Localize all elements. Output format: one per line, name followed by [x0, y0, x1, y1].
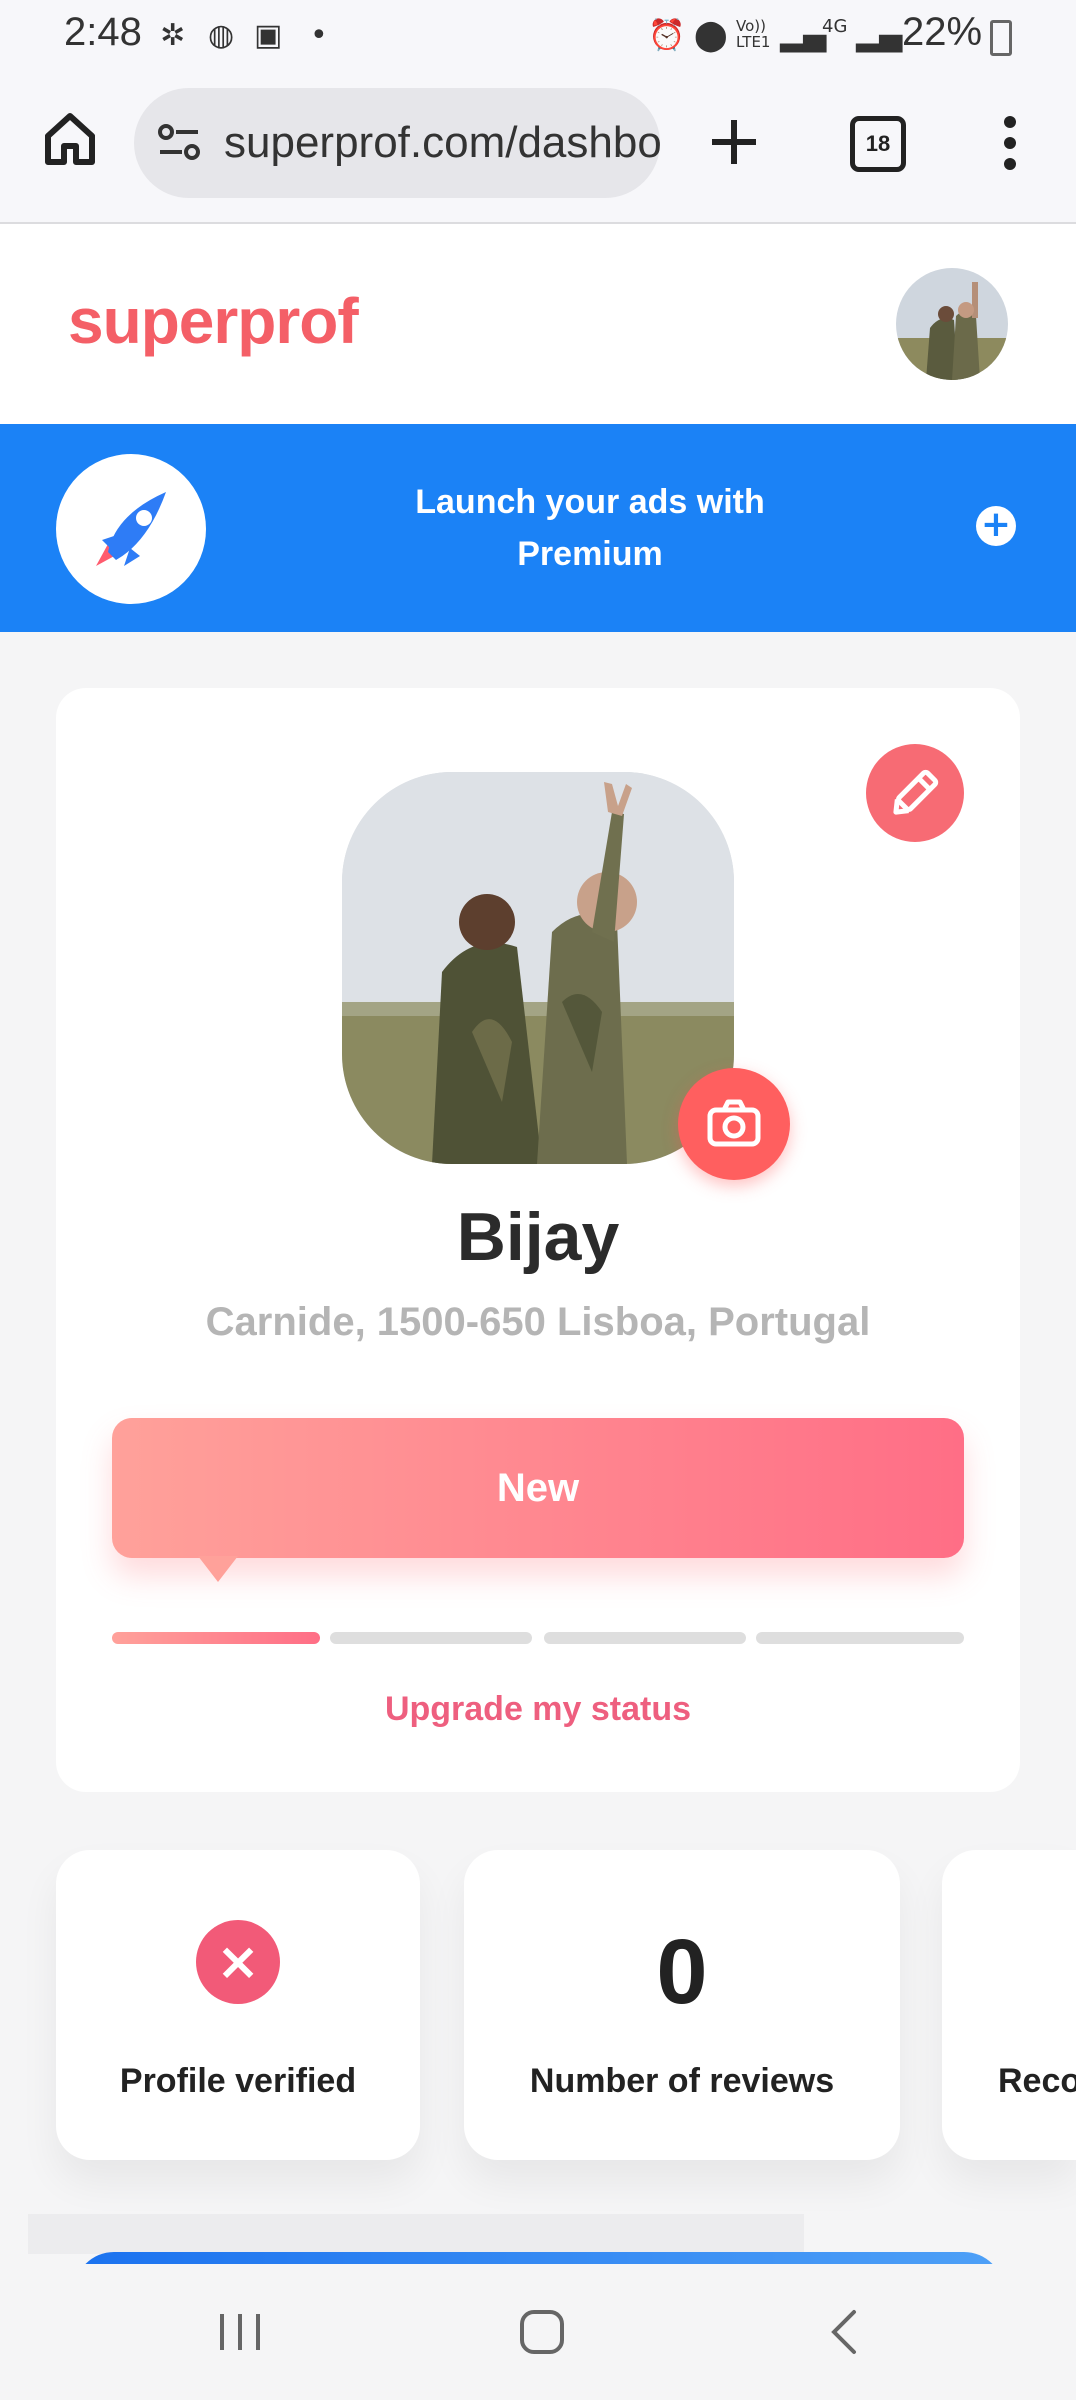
new-tab-icon[interactable] [704, 112, 764, 172]
stat-card-partial[interactable]: Reco [942, 1850, 1076, 2160]
status-progress-segment-1 [112, 1632, 320, 1644]
scroll-indicator-strip [28, 2214, 804, 2254]
home-icon[interactable] [40, 108, 100, 168]
location-icon: ⬤ [694, 18, 728, 53]
system-nav-bar [0, 2264, 1076, 2400]
x-circle-icon: × [196, 1920, 280, 2004]
site-settings-icon[interactable] [154, 118, 204, 172]
premium-banner-text: Launch your ads with Premium [330, 476, 850, 580]
pencil-icon [893, 769, 939, 815]
alarm-icon: ⏰ [648, 18, 686, 53]
volte-label: Vo)) LTE1 [736, 17, 771, 51]
status-time: 2:48 [64, 10, 142, 54]
status-progress-segment-4 [756, 1632, 964, 1644]
change-photo-button[interactable] [678, 1068, 790, 1180]
avatar[interactable] [896, 268, 1008, 380]
more-menu-icon[interactable] [990, 110, 1030, 180]
superprof-logo[interactable]: superprof [68, 284, 359, 358]
battery-percent: 22% [902, 10, 983, 54]
lte-label: 4G [822, 16, 848, 37]
stat-label: Number of reviews [529, 2062, 835, 2100]
stat-card-reviews[interactable]: 0 Number of reviews [464, 1850, 900, 2160]
site-header: superprof [0, 224, 1076, 424]
address-bar[interactable]: superprof.com/dashboard [134, 88, 660, 198]
stat-card-profile-verified[interactable]: × Profile verified [56, 1850, 420, 2160]
chrome-icon: ◍ [208, 18, 235, 53]
fitness-icon: ✲ [160, 18, 186, 53]
status-bar: 2:48 ✲ ◍ ▣ • ⏰ ⬤ Vo)) LTE1 ▂▄ 4G ▂▄ 22% [0, 0, 1076, 72]
dot-icon: • [310, 18, 328, 53]
profile-photo [342, 772, 734, 1164]
home-nav-icon[interactable] [518, 2308, 566, 2360]
battery-icon [990, 20, 1012, 56]
profile-location: Carnide, 1500-650 Lisboa, Portugal [205, 1300, 871, 1344]
edit-profile-button[interactable] [866, 744, 964, 842]
banner-line-1: Launch your ads with [415, 483, 765, 521]
rocket-icon [56, 454, 206, 604]
plus-icon[interactable]: + [976, 506, 1016, 546]
signal-icon: ▂▄ [856, 18, 903, 53]
status-progress-segment-2 [330, 1632, 532, 1644]
recent-apps-icon[interactable] [216, 2310, 266, 2358]
banner-line-2: Premium [517, 535, 663, 573]
back-icon[interactable] [826, 2308, 862, 2360]
premium-banner[interactable]: Launch your ads with Premium + [0, 424, 1076, 632]
status-progress-segment-3 [544, 1632, 746, 1644]
stat-label: Reco [998, 2062, 1076, 2100]
camera-icon [707, 1099, 761, 1147]
reviews-count: 0 [656, 1921, 708, 2023]
status-pointer [198, 1556, 238, 1582]
url-text[interactable]: superprof.com/dashboard [224, 118, 660, 168]
profile-card: Bijay Carnide, 1500-650 Lisboa, Portugal… [56, 688, 1020, 1792]
upgrade-status-link[interactable]: Upgrade my status [56, 1690, 1020, 1729]
status-button[interactable]: New [112, 1418, 964, 1558]
profile-name: Bijay [456, 1199, 620, 1275]
tab-switcher-button[interactable]: 18 [850, 116, 906, 172]
gallery-icon: ▣ [254, 18, 283, 53]
stat-label: Profile verified [119, 2062, 357, 2100]
signal-icon: ▂▄ [780, 18, 827, 53]
